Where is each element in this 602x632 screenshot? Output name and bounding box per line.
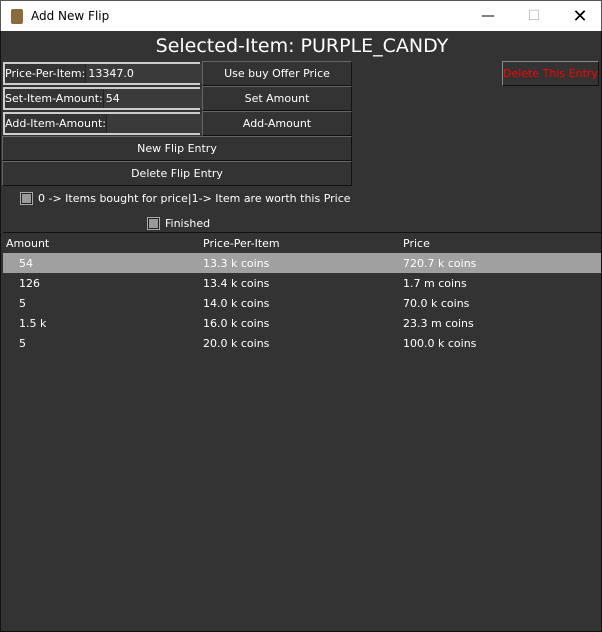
delete-this-entry-button[interactable]: Delete This Entry [502,61,599,86]
cell-price: 720.7 k coins [403,256,477,270]
cell-price-per-item: 14.0 k coins [203,296,270,310]
cell-price-per-item: 13.3 k coins [203,256,270,270]
finished-checkbox-label: Finished [165,217,211,230]
cell-price-per-item: 20.0 k coins [203,336,270,350]
cell-price: 1.7 m coins [403,276,467,290]
table-row[interactable]: 1.5 k 16.0 k coins 23.3 m coins [3,313,601,333]
close-icon[interactable]: ✕ [557,1,602,32]
flip-entries-table: Amount Price-Per-Item Price 54 13.3 k coi… [3,232,601,630]
column-header-price-per-item[interactable]: Price-Per-Item [203,237,403,250]
finished-checkbox[interactable]: Finished [148,217,210,230]
page-title: Selected-Item: PURPLE_CANDY [155,35,449,57]
column-header-amount[interactable]: Amount [3,237,203,250]
cell-price-per-item: 13.4 k coins [203,276,270,290]
add-item-amount-field: Add-Item-Amount: [3,112,254,135]
set-item-amount-field: Set-Item-Amount: [3,87,251,110]
checkbox-box[interactable] [21,193,32,204]
window-title: Add New Flip [31,9,110,23]
minimize-icon[interactable]: — [465,1,511,32]
field-label: Price-Per-Item: [5,67,86,80]
main-panel: Selected-Item: PURPLE_CANDY Price-Per-It… [0,31,602,632]
new-flip-entry-button[interactable]: New Flip Entry [2,136,352,161]
use-buy-offer-price-button[interactable]: Use buy Offer Price [202,61,352,86]
maximize-icon[interactable]: ☐ [511,1,557,32]
set-amount-button[interactable]: Set Amount [202,86,352,111]
mode-checkbox-label: 0 -> Items bought for price|1-> Item are… [38,192,351,205]
cell-price: 70.0 k coins [403,296,470,310]
title-bar: Add New Flip — ☐ ✕ [0,0,602,31]
app-icon [11,9,23,24]
add-amount-button[interactable]: Add-Amount [202,111,352,136]
delete-flip-entry-button[interactable]: Delete Flip Entry [2,161,352,186]
checkbox-box[interactable] [148,218,159,229]
price-per-item-field: Price-Per-Item: [3,62,234,85]
table-header: Amount Price-Per-Item Price [3,233,601,253]
cell-amount: 1.5 k [19,316,47,330]
cell-amount: 5 [19,336,26,350]
field-label: Set-Item-Amount: [5,92,103,105]
table-row[interactable]: 5 14.0 k coins 70.0 k coins [3,293,601,313]
cell-amount: 126 [19,276,40,290]
cell-amount: 54 [19,256,33,270]
table-row[interactable]: 5 20.0 k coins 100.0 k coins [3,333,601,353]
cell-price-per-item: 16.0 k coins [203,316,270,330]
table-row[interactable]: 54 13.3 k coins 720.7 k coins [3,253,601,273]
mode-checkbox[interactable]: 0 -> Items bought for price|1-> Item are… [21,192,351,205]
table-row[interactable]: 126 13.4 k coins 1.7 m coins [3,273,601,293]
cell-amount: 5 [19,296,26,310]
field-label: Add-Item-Amount: [5,117,106,130]
cell-price: 100.0 k coins [403,336,477,350]
cell-price: 23.3 m coins [403,316,474,330]
column-header-price[interactable]: Price [403,237,601,250]
